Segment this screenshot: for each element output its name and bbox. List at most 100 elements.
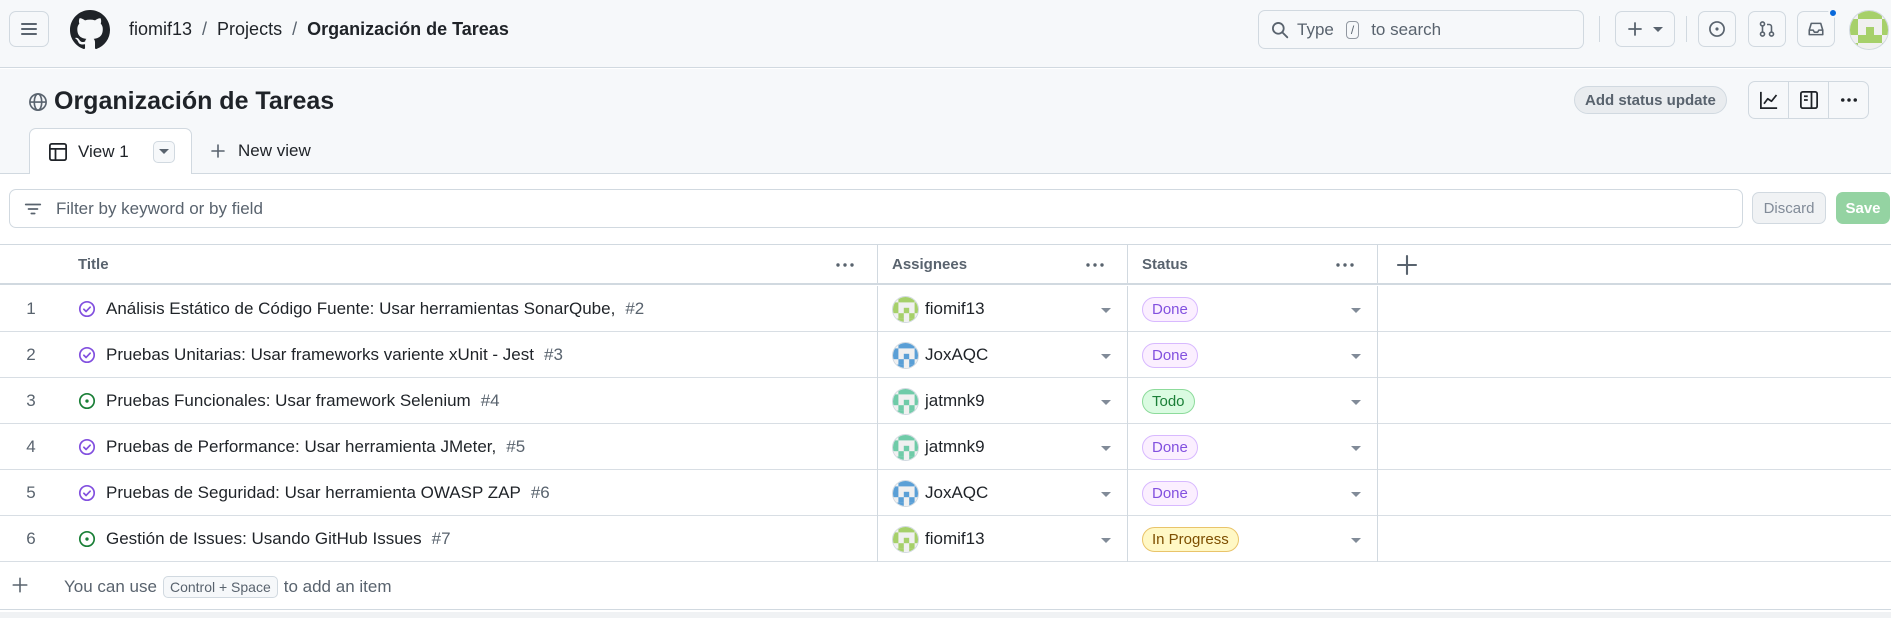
assignee-cell[interactable]: jatmnk9 bbox=[878, 424, 1128, 470]
chevron-down-icon[interactable] bbox=[1101, 400, 1111, 405]
assignee-cell[interactable]: fiomif13 bbox=[878, 516, 1128, 562]
chevron-down-icon bbox=[1653, 26, 1663, 32]
assignee-cell[interactable]: jatmnk9 bbox=[878, 378, 1128, 424]
assignee-cell[interactable]: JoxAQC bbox=[878, 332, 1128, 378]
filter-placeholder: Filter by keyword or by field bbox=[56, 198, 263, 218]
issues-button[interactable] bbox=[1698, 11, 1736, 47]
tab-view-1[interactable]: View 1 bbox=[29, 128, 192, 174]
add-field-icon[interactable] bbox=[1395, 253, 1419, 277]
title-cell[interactable]: Gestión de Issues: Usando GitHub Issues #… bbox=[62, 516, 878, 562]
user-avatar[interactable] bbox=[1849, 10, 1889, 50]
add-item-suffix: to add an item bbox=[283, 577, 392, 596]
table-row[interactable]: 3 Pruebas Funcionales: Usar framework Sel… bbox=[0, 378, 1891, 424]
issue-opened-icon bbox=[1709, 21, 1725, 37]
issue-opened-icon bbox=[78, 392, 96, 410]
column-header-status[interactable]: Status bbox=[1128, 245, 1378, 284]
row-number: 2 bbox=[26, 345, 36, 364]
view-options-button[interactable] bbox=[152, 140, 175, 163]
chevron-down-icon[interactable] bbox=[1351, 446, 1361, 451]
notification-indicator bbox=[1828, 8, 1838, 18]
issue-title[interactable]: Pruebas Funcionales: Usar framework Sele… bbox=[106, 391, 471, 411]
breadcrumb-projects[interactable]: Projects bbox=[217, 19, 282, 40]
status-cell[interactable]: Done bbox=[1128, 424, 1378, 470]
chevron-down-icon[interactable] bbox=[1101, 354, 1111, 359]
issue-title[interactable]: Pruebas de Seguridad: Usar herramienta O… bbox=[106, 483, 521, 503]
issue-title[interactable]: Gestión de Issues: Usando GitHub Issues bbox=[106, 529, 422, 549]
assignee-avatar bbox=[892, 341, 919, 369]
insights-button[interactable] bbox=[1749, 82, 1789, 118]
column-menu-icon[interactable] bbox=[1333, 255, 1357, 275]
search-input[interactable]: Type / to search bbox=[1258, 10, 1584, 49]
chevron-down-icon[interactable] bbox=[1351, 354, 1361, 359]
table-row[interactable]: 1 Análisis Estático de Código Fuente: Usa… bbox=[0, 286, 1891, 332]
row-number: 3 bbox=[26, 391, 36, 410]
chevron-down-icon[interactable] bbox=[1101, 492, 1111, 497]
issue-closed-icon bbox=[78, 484, 96, 502]
chevron-down-icon[interactable] bbox=[1351, 538, 1361, 543]
title-cell[interactable]: Pruebas Unitarias: Usar frameworks varie… bbox=[62, 332, 878, 378]
table-row[interactable]: 5 Pruebas de Seguridad: Usar herramienta … bbox=[0, 470, 1891, 516]
chevron-down-icon[interactable] bbox=[1351, 492, 1361, 497]
pull-requests-button[interactable] bbox=[1748, 11, 1786, 47]
tabs-divider bbox=[0, 173, 1891, 174]
column-header-assignees[interactable]: Assignees bbox=[878, 245, 1128, 284]
issue-title[interactable]: Pruebas de Performance: Usar herramienta… bbox=[106, 437, 496, 457]
issue-title[interactable]: Pruebas Unitarias: Usar frameworks varie… bbox=[106, 345, 534, 365]
status-cell[interactable]: In Progress bbox=[1128, 516, 1378, 562]
assignee-avatar bbox=[892, 433, 919, 461]
table-row[interactable]: 4 Pruebas de Performance: Usar herramient… bbox=[0, 424, 1891, 470]
column-menu-icon[interactable] bbox=[833, 255, 857, 275]
project-title: Organización de Tareas bbox=[28, 87, 334, 116]
title-cell[interactable]: Pruebas Funcionales: Usar framework Sele… bbox=[62, 378, 878, 424]
save-button[interactable]: Save bbox=[1836, 192, 1890, 224]
chevron-down-icon[interactable] bbox=[1101, 538, 1111, 543]
project-actions bbox=[1748, 81, 1869, 119]
table-row[interactable]: 6 Gestión de Issues: Usando GitHub Issues… bbox=[0, 516, 1891, 562]
menu-button[interactable] bbox=[9, 11, 49, 47]
chevron-down-icon[interactable] bbox=[1351, 308, 1361, 313]
github-logo-icon[interactable] bbox=[70, 10, 110, 50]
add-status-update-button[interactable]: Add status update bbox=[1574, 86, 1727, 114]
title-cell[interactable]: Análisis Estático de Código Fuente: Usar… bbox=[62, 286, 878, 332]
status-cell[interactable]: Done bbox=[1128, 332, 1378, 378]
filter-input[interactable]: Filter by keyword or by field bbox=[9, 189, 1743, 228]
add-item-shortcut: Control + Space bbox=[162, 576, 278, 598]
status-cell[interactable]: Todo bbox=[1128, 378, 1378, 424]
issue-number: #3 bbox=[543, 345, 563, 364]
side-panel-button[interactable] bbox=[1789, 82, 1829, 118]
title-cell[interactable]: Pruebas de Performance: Usar herramienta… bbox=[62, 424, 878, 470]
chevron-down-icon[interactable] bbox=[1351, 400, 1361, 405]
assignee-avatar bbox=[892, 387, 919, 415]
title-cell[interactable]: Pruebas de Seguridad: Usar herramienta O… bbox=[62, 470, 878, 516]
column-status-label: Status bbox=[1142, 256, 1188, 273]
add-item-prefix: You can use bbox=[64, 577, 157, 596]
breadcrumb-current-project[interactable]: Organización de Tareas bbox=[307, 19, 509, 40]
identicon-icon bbox=[893, 342, 918, 368]
issue-closed-icon bbox=[78, 300, 96, 318]
assignee-cell[interactable]: JoxAQC bbox=[878, 470, 1128, 516]
add-item-row[interactable]: You can use Control + Space to add an it… bbox=[0, 562, 1891, 610]
more-options-button[interactable] bbox=[1829, 82, 1868, 118]
search-prefix: Type bbox=[1297, 19, 1334, 39]
assignee-name: jatmnk9 bbox=[925, 437, 985, 456]
plus-icon[interactable] bbox=[11, 576, 29, 594]
create-new-button[interactable] bbox=[1615, 11, 1675, 47]
status-cell[interactable]: Done bbox=[1128, 286, 1378, 332]
triangle-down-icon bbox=[158, 149, 169, 154]
row-number: 4 bbox=[26, 437, 36, 456]
add-item-hint: You can use Control + Space to add an it… bbox=[64, 576, 392, 598]
new-view-button[interactable]: New view bbox=[210, 141, 311, 161]
table-row[interactable]: 2 Pruebas Unitarias: Usar frameworks vari… bbox=[0, 332, 1891, 378]
project-header: Organización de Tareas Add status update… bbox=[0, 69, 1891, 174]
column-header-title[interactable]: Title bbox=[62, 245, 878, 284]
discard-button[interactable]: Discard bbox=[1752, 192, 1826, 224]
chevron-down-icon[interactable] bbox=[1101, 446, 1111, 451]
status-cell[interactable]: Done bbox=[1128, 470, 1378, 516]
breadcrumb-owner[interactable]: fiomif13 bbox=[129, 19, 192, 40]
issue-title[interactable]: Análisis Estático de Código Fuente: Usar… bbox=[106, 299, 615, 319]
search-suffix: to search bbox=[1371, 19, 1442, 39]
chevron-down-icon[interactable] bbox=[1101, 308, 1111, 313]
assignee-cell[interactable]: fiomif13 bbox=[878, 286, 1128, 332]
issue-closed-icon bbox=[78, 438, 96, 456]
column-menu-icon[interactable] bbox=[1083, 255, 1107, 275]
